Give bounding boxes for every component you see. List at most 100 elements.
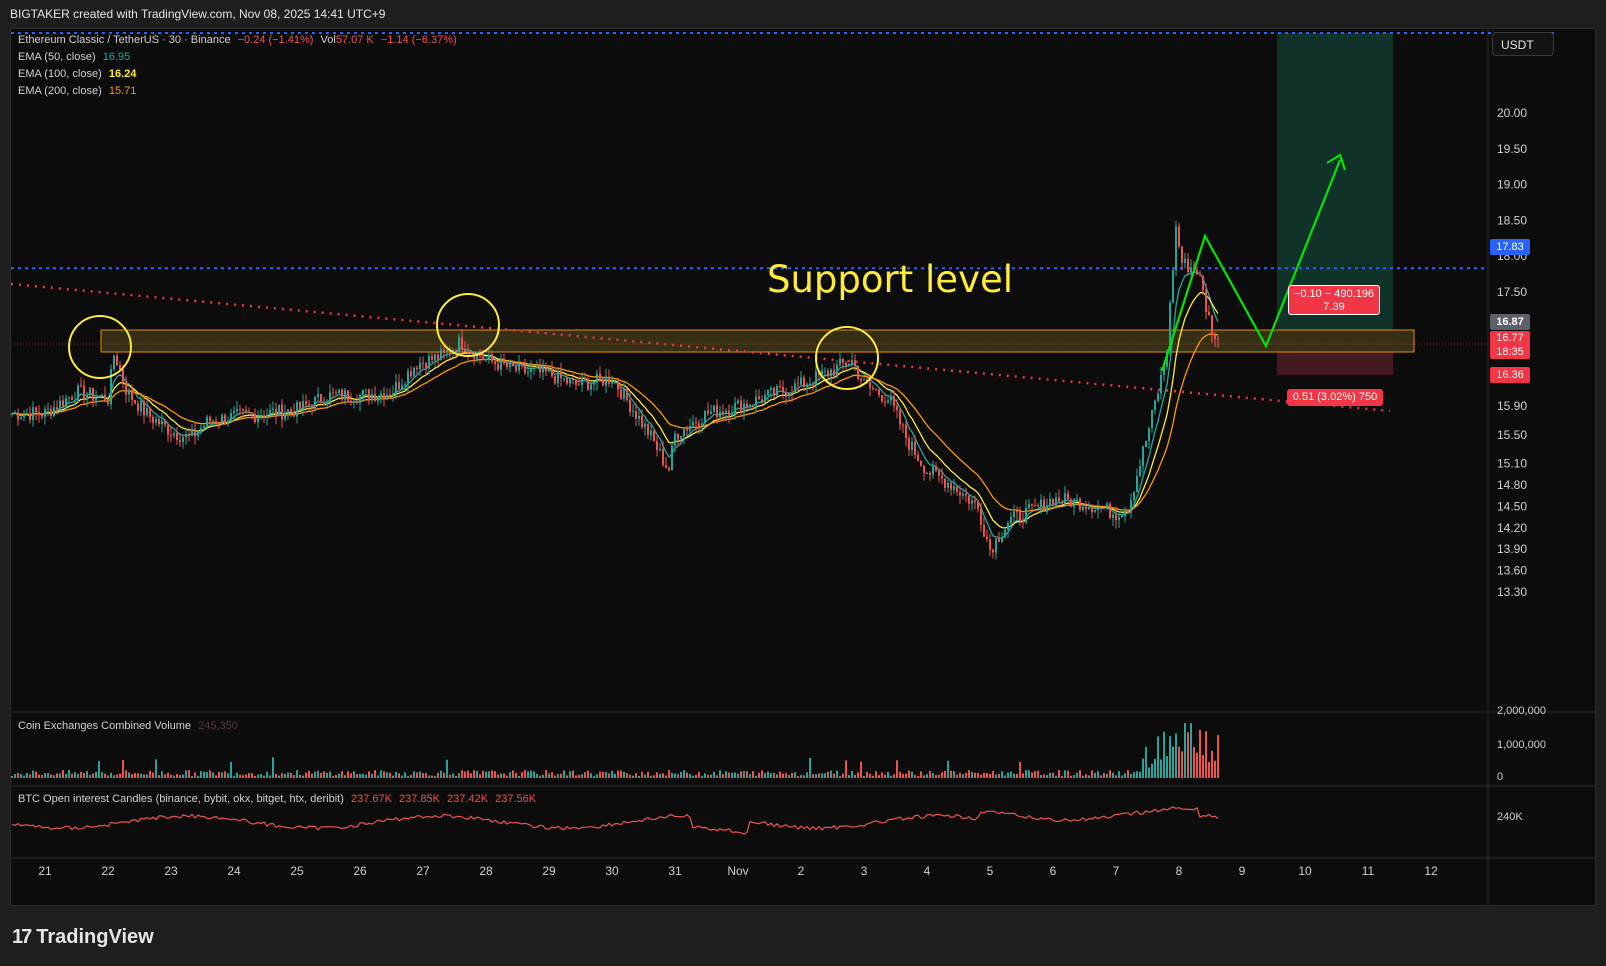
volume-bar [1148,767,1150,778]
candle-body [347,390,349,401]
volume-bar [320,772,322,778]
candle-body [596,373,598,383]
volume-bar [545,770,547,778]
candle-body [698,423,700,426]
volume-pane-value: 245,350 [198,720,238,732]
volume-bar [908,770,910,778]
candle-body [146,408,148,416]
ema200-legend[interactable]: EMA (200, close) 15.71 [18,85,140,97]
candle-body [1196,269,1198,275]
volume-bar [641,771,643,778]
candle-body [320,394,322,403]
volume-bar [743,771,745,778]
volume-bar [32,770,34,778]
volume-bar [1130,773,1132,778]
volume-bar [917,775,919,778]
candle-body [221,414,223,424]
volume-bar [623,771,625,778]
tradingview-brand[interactable]: 17 TradingView [12,926,154,949]
volume-bar [500,773,502,778]
volume-bar [512,770,514,778]
x-axis-tick: 9 [1239,864,1246,878]
volume-bar [329,771,331,778]
volume-bar [602,771,604,778]
volume-bar [932,773,934,778]
volume-bar [290,772,292,778]
volume-bar [1100,775,1102,778]
volume-bar [635,773,637,778]
volume-bar [140,773,142,778]
candle-body [998,538,1000,542]
volume-bar [95,771,97,778]
volume-pane-legend[interactable]: Coin Exchanges Combined Volume 245,350 [18,720,242,732]
stop-info-box[interactable]: 0.51 (3.02%) 750 [1287,389,1383,406]
volume-bar [1007,772,1009,778]
volume-bar [503,773,505,778]
candle-body [53,407,55,416]
volume-bar [125,770,127,778]
volume-bar [146,774,148,778]
candle-body [794,383,796,394]
volume-bar [386,772,388,778]
volume-bar [215,775,217,778]
target-info-box[interactable]: −0.10 − 490.196 7.39 [1288,285,1380,315]
volume-bar [371,773,373,778]
oi-pane-legend[interactable]: BTC Open interest Candles (binance, bybi… [18,793,540,805]
volume-bar [692,775,694,778]
candle-body [227,421,229,424]
candle-body [377,396,379,401]
candle-body [59,400,61,410]
volume-bar [1076,772,1078,778]
volume-bar [614,773,616,778]
candle-body [338,389,340,393]
x-axis-tick: 31 [668,864,682,878]
volume-bar [551,772,553,778]
volume-bar [164,774,166,778]
volume-bar [200,771,202,778]
symbol-change: −0.24 (−1.41%) [237,34,314,46]
x-axis-tick: 23 [164,864,178,878]
candle-body [548,368,550,372]
ema100-label: EMA (100, close) [18,68,102,80]
volume-bar [965,772,967,778]
candle-body [587,379,589,390]
candle-body [374,394,376,401]
volume-bar [914,774,916,778]
ema50-legend[interactable]: EMA (50, close) 16.95 [18,51,134,63]
y-axis-tick: 13.60 [1497,564,1527,578]
candle-body [527,371,529,373]
candle-body [506,363,508,367]
candle-body [770,387,772,390]
volume-bar [1103,773,1105,778]
candle-body [713,405,715,412]
ema100-legend[interactable]: EMA (100, close) 16.24 [18,68,140,80]
volume-bar [806,772,808,778]
candle-body [161,420,163,425]
candle-body [665,464,667,468]
volume-bar [275,774,277,778]
price-chart[interactable]: 20.0019.5019.0018.5018.0017.5017.1015.90… [0,0,1606,906]
candle-body [788,393,790,397]
volume-bar [272,757,274,778]
volume-bar [986,773,988,778]
volume-bar [740,771,742,778]
candle-body [620,389,622,399]
currency-button[interactable]: USDT [1492,32,1554,56]
symbol-name[interactable]: Ethereum Classic / TetherUS · 30 · Binan… [18,34,231,46]
x-axis-tick: 28 [479,864,493,878]
candle-body [317,394,319,397]
candle-body [206,416,208,427]
candle-body [497,364,499,370]
volume-bar [1016,773,1018,778]
volume-bar [710,774,712,778]
volume-bar [506,775,508,778]
candle-body [977,501,979,509]
candle-body [1004,529,1006,538]
candle-body [815,371,817,385]
volume-bar [629,774,631,778]
candle-body [734,403,736,414]
volume-label: Vol [320,34,336,46]
volume-bar [137,773,139,778]
volume-bar [419,771,421,778]
candle-body [194,429,196,437]
